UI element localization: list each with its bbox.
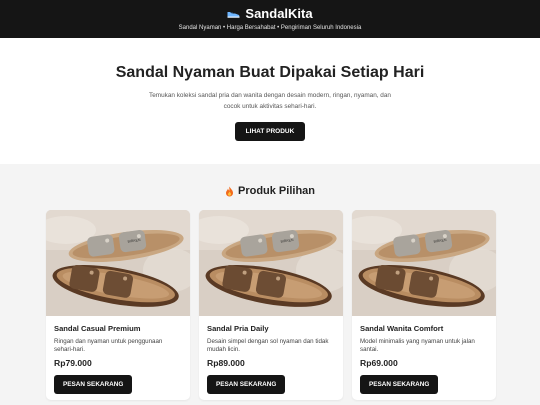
site-header: SandalKita Sandal Nyaman • Harga Bersaha… bbox=[0, 0, 540, 38]
product-price: Rp89.000 bbox=[207, 358, 245, 368]
order-now-button[interactable]: PESAN SEKARANG bbox=[360, 375, 439, 394]
product-image bbox=[199, 210, 343, 316]
fire-icon bbox=[225, 186, 233, 196]
brand-name: SandalKita bbox=[245, 6, 313, 21]
product-image bbox=[352, 210, 496, 316]
product-grid: Sandal Casual Premium Ringan dan nyaman … bbox=[46, 210, 540, 400]
product-name: Sandal Pria Daily bbox=[207, 324, 269, 333]
order-now-button[interactable]: PESAN SEKARANG bbox=[207, 375, 286, 394]
hero-section: Sandal Nyaman Buat Dipakai Setiap Hari T… bbox=[0, 38, 540, 164]
product-card[interactable]: Sandal Casual Premium Ringan dan nyaman … bbox=[46, 210, 190, 400]
section-heading: Produk Pilihan bbox=[0, 184, 540, 198]
product-name: Sandal Wanita Comfort bbox=[360, 324, 444, 333]
product-description: Model minimalis yang nyaman untuk jalan … bbox=[360, 338, 475, 353]
hero-description: Temukan koleksi sandal pria dan wanita d… bbox=[149, 92, 391, 110]
sneaker-icon bbox=[227, 11, 240, 18]
section-title: Produk Pilihan bbox=[237, 185, 315, 197]
product-card[interactable]: Sandal Pria Daily Desain simpel dengan s… bbox=[199, 210, 343, 400]
product-image bbox=[46, 210, 190, 316]
brand[interactable]: SandalKita bbox=[0, 5, 540, 22]
hero-title: Sandal Nyaman Buat Dipakai Setiap Hari bbox=[115, 64, 425, 81]
product-description: Desain simpel dengan sol nyaman dan tida… bbox=[207, 338, 329, 353]
order-now-button[interactable]: PESAN SEKARANG bbox=[54, 375, 133, 394]
product-price: Rp69.000 bbox=[360, 358, 398, 368]
product-name: Sandal Casual Premium bbox=[54, 324, 141, 333]
product-price: Rp79.000 bbox=[54, 358, 92, 368]
product-description: Ringan dan nyaman untuk penggunaan sehar… bbox=[54, 338, 163, 353]
tagline: Sandal Nyaman • Harga Bersahabat • Pengi… bbox=[178, 25, 362, 31]
product-card[interactable]: Sandal Wanita Comfort Model minimalis ya… bbox=[352, 210, 496, 400]
products-section: Produk Pilihan Sandal Casual Premium Rin… bbox=[0, 164, 540, 400]
view-products-button[interactable]: LIHAT PRODUK bbox=[234, 122, 306, 141]
